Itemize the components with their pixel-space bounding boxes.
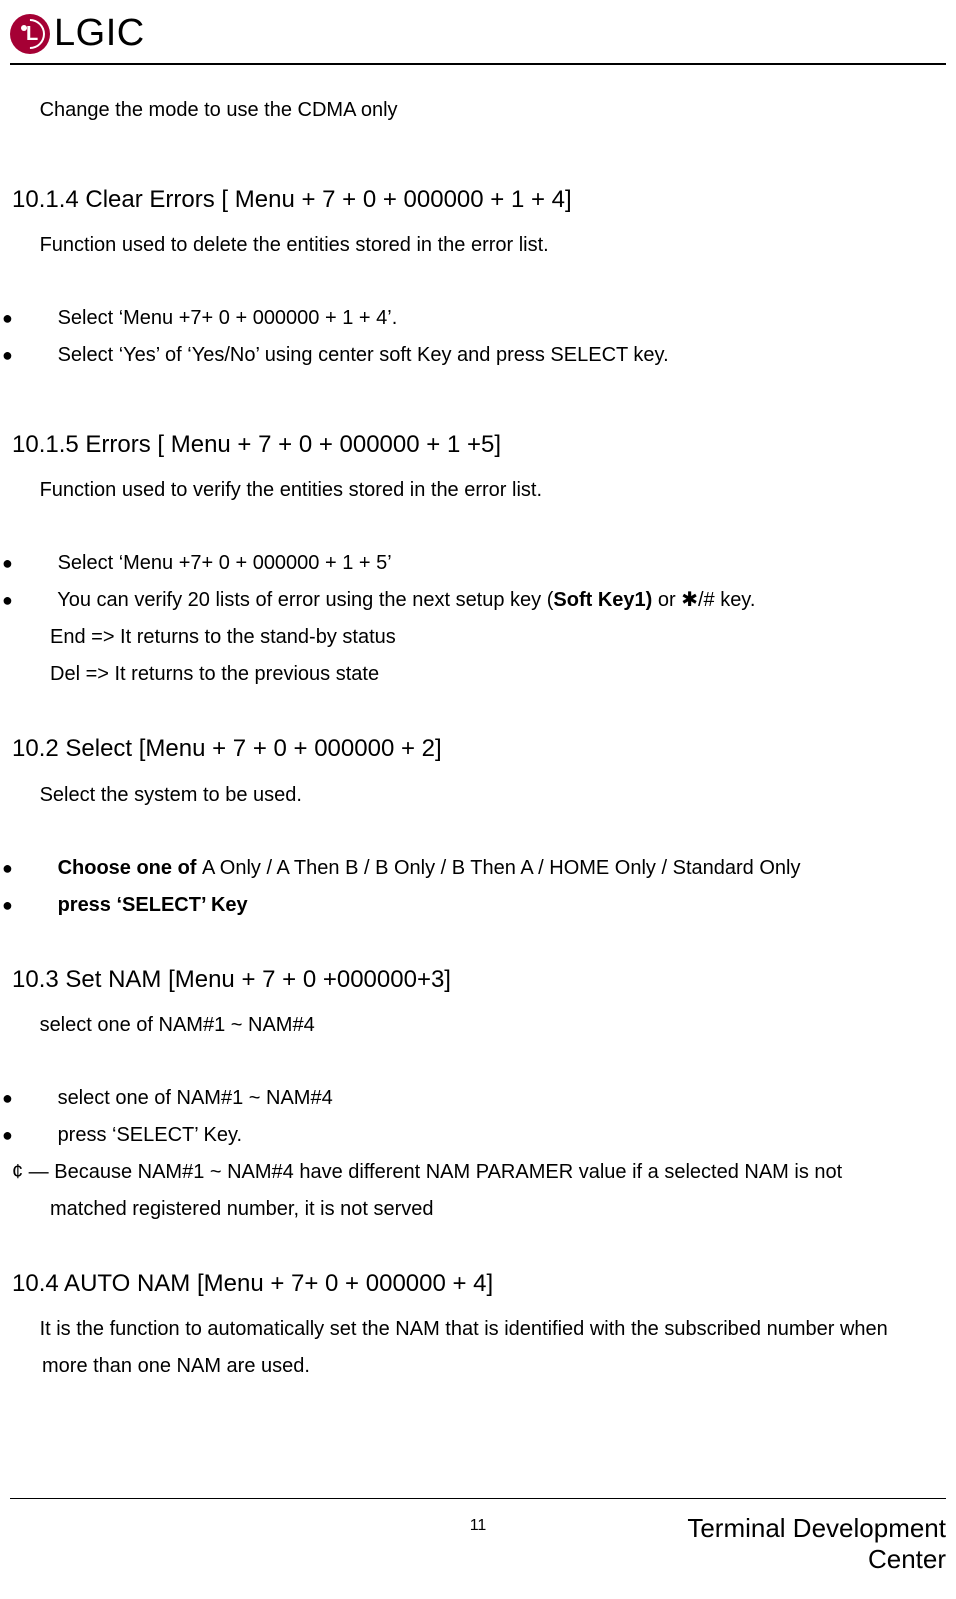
bullet-bold: press ‘SELECT’ Key [58, 894, 248, 916]
section-title: 10.2 Select [Menu + 7 + 0 + 000000 + 2] [12, 730, 944, 767]
section-desc: ☛ Function used to delete the entities s… [12, 230, 944, 261]
document-body: ☛ Change the mode to use the CDMA only 1… [10, 95, 946, 1382]
footer-right-text: Terminal Development Center [634, 1513, 946, 1575]
bullet-icon: ● [30, 587, 52, 615]
pointer-icon: ☛ [12, 1316, 34, 1344]
section-10-2: 10.2 Select [Menu + 7 + 0 + 000000 + 2] … [12, 730, 944, 920]
desc-text: Function used to verify the entities sto… [40, 479, 542, 501]
lg-logo-icon: L [10, 14, 50, 54]
bullet-text: Select ‘Menu +7+ 0 + 000000 + 1 + 4’. [58, 307, 398, 329]
bullet-icon: ● [30, 892, 52, 920]
brand-text: LGIC [54, 12, 145, 55]
section-10-4: 10.4 AUTO NAM [Menu + 7+ 0 + 000000 + 4]… [12, 1265, 944, 1382]
bullet-item: ● press ‘SELECT’ Key [12, 890, 944, 921]
bullet-item: ● Select ‘Yes’ of ‘Yes/No’ using center … [12, 340, 944, 371]
note-line-2: matched registered number, it is not ser… [12, 1194, 944, 1225]
header-divider [10, 63, 946, 65]
section-desc: ☛ Function used to verify the entities s… [12, 475, 944, 506]
footer-divider [10, 1498, 946, 1499]
bullet-icon: ● [30, 1122, 52, 1150]
pointer-icon: ☛ [12, 782, 34, 810]
section-title: 10.3 Set NAM [Menu + 7 + 0 +000000+3] [12, 961, 944, 998]
page: L LGIC ☛ Change the mode to use the CDMA… [0, 0, 956, 1599]
desc-text: Function used to delete the entities sto… [40, 234, 549, 256]
pointer-icon: ☛ [12, 1012, 34, 1040]
section-desc: ☛ It is the function to automatically se… [12, 1314, 944, 1345]
bullet-item: ● select one of NAM#1 ~ NAM#4 [12, 1083, 944, 1114]
pointer-icon: ☛ [12, 232, 34, 260]
bullet-text-pre: You can verify 20 lists of error using t… [57, 589, 553, 611]
sub-line: Del => It returns to the previous state [12, 659, 944, 690]
bullet-text-bold: Soft Key1) [553, 589, 652, 611]
footer-row: 11 Terminal Development Center [10, 1513, 946, 1575]
section-title: 10.1.4 Clear Errors [ Menu + 7 + 0 + 000… [12, 181, 944, 218]
intro-text: Change the mode to use the CDMA only [40, 99, 398, 121]
bullet-item: ● Choose one of A Only / A Then B / B On… [12, 853, 944, 884]
bullet-bold: Choose one of [58, 857, 202, 879]
bullet-item: ● press ‘SELECT’ Key. [12, 1120, 944, 1151]
desc-text: It is the function to automatically set … [40, 1318, 888, 1340]
section-title: 10.1.5 Errors [ Menu + 7 + 0 + 000000 + … [12, 426, 944, 463]
intro-line: ☛ Change the mode to use the CDMA only [12, 95, 944, 126]
note-line-1: ¢ — Because NAM#1 ~ NAM#4 have different… [12, 1157, 944, 1188]
desc-line-2: more than one NAM are used. [12, 1351, 944, 1382]
section-title: 10.4 AUTO NAM [Menu + 7+ 0 + 000000 + 4] [12, 1265, 944, 1302]
bullet-item: ● Select ‘Menu +7+ 0 + 000000 + 1 + 5’ [12, 548, 944, 579]
section-desc: ☛ select one of NAM#1 ~ NAM#4 [12, 1010, 944, 1041]
bullet-icon: ● [30, 305, 52, 333]
bullet-icon: ● [30, 342, 52, 370]
bullet-item: ● Select ‘Menu +7+ 0 + 000000 + 1 + 4’. [12, 303, 944, 334]
footer: 11 Terminal Development Center [10, 1498, 946, 1575]
pointer-icon: ☛ [12, 477, 34, 505]
bullet-text: select one of NAM#1 ~ NAM#4 [58, 1087, 333, 1109]
bullet-icon: ● [30, 855, 52, 883]
bullet-text: Select ‘Yes’ of ‘Yes/No’ using center so… [58, 344, 669, 366]
desc-text: select one of NAM#1 ~ NAM#4 [40, 1014, 315, 1036]
section-10-1-5: 10.1.5 Errors [ Menu + 7 + 0 + 000000 + … [12, 426, 944, 690]
bullet-icon: ● [30, 1085, 52, 1113]
bullet-text: press ‘SELECT’ Key. [58, 1124, 243, 1146]
page-number: 11 [322, 1513, 634, 1535]
bullet-text: Select ‘Menu +7+ 0 + 000000 + 1 + 5’ [58, 552, 392, 574]
bullet-icon: ● [30, 550, 52, 578]
pointer-icon: ☛ [12, 97, 34, 125]
sub-line: End => It returns to the stand-by status [12, 622, 944, 653]
bullet-rest: A Only / A Then B / B Only / B Then A / … [202, 857, 800, 879]
section-10-3: 10.3 Set NAM [Menu + 7 + 0 +000000+3] ☛ … [12, 961, 944, 1225]
desc-text: Select the system to be used. [40, 784, 302, 806]
header: L LGIC [10, 12, 946, 55]
section-desc: ☛ Select the system to be used. [12, 780, 944, 811]
section-10-1-4: 10.1.4 Clear Errors [ Menu + 7 + 0 + 000… [12, 181, 944, 371]
bullet-text-post: or ✱/# key. [652, 589, 755, 611]
bullet-item: ● You can verify 20 lists of error using… [12, 585, 944, 616]
